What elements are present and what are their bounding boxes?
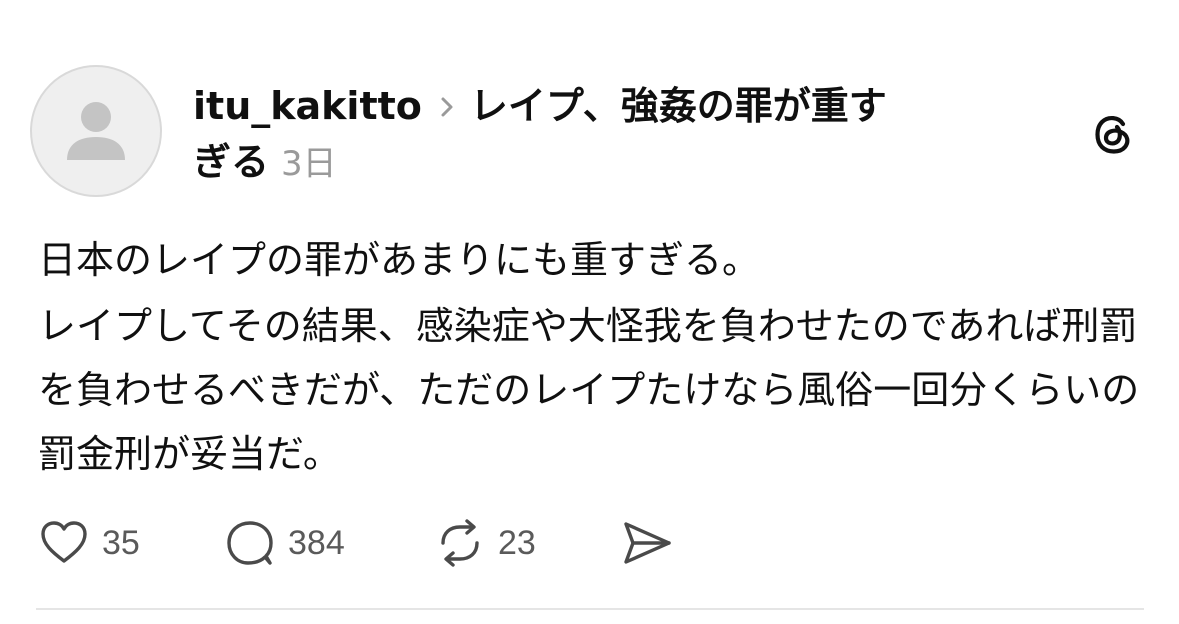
post-divider	[36, 608, 1144, 610]
default-avatar-icon	[67, 102, 125, 160]
post-paragraph: レイプしてその結果、感染症や大怪我を負わせたのであれば刑罰を負わせるべきだが、た…	[38, 304, 1140, 476]
reply-count: 384	[288, 523, 345, 562]
comment-bubble-icon	[227, 521, 273, 565]
username-link[interactable]: itu_kakitto	[193, 84, 422, 128]
like-count: 35	[102, 523, 140, 562]
repost-count: 23	[498, 523, 536, 562]
share-button[interactable]	[620, 512, 674, 574]
post-paragraph: 日本のレイプの罪があまりにも重すぎる。	[38, 238, 761, 282]
send-icon	[624, 522, 671, 564]
post-actions: 35 384 23	[38, 512, 738, 574]
like-button[interactable]: 35	[38, 512, 140, 574]
chevron-right-icon	[441, 97, 453, 117]
reply-button[interactable]: 384	[224, 512, 345, 574]
threads-logo-icon[interactable]	[1090, 111, 1136, 157]
repost-icon	[441, 519, 479, 567]
repost-button[interactable]: 23	[434, 512, 536, 574]
post-header: itu_kakitto レイプ、強姦の罪が重すぎる 3日	[193, 78, 913, 192]
heart-icon	[41, 521, 87, 563]
post-body: 日本のレイプの罪があまりにも重すぎる。 レイプしてその結果、感染症や大怪我を負わ…	[38, 228, 1148, 486]
avatar[interactable]	[30, 65, 162, 197]
post-time: 3日	[281, 144, 337, 184]
